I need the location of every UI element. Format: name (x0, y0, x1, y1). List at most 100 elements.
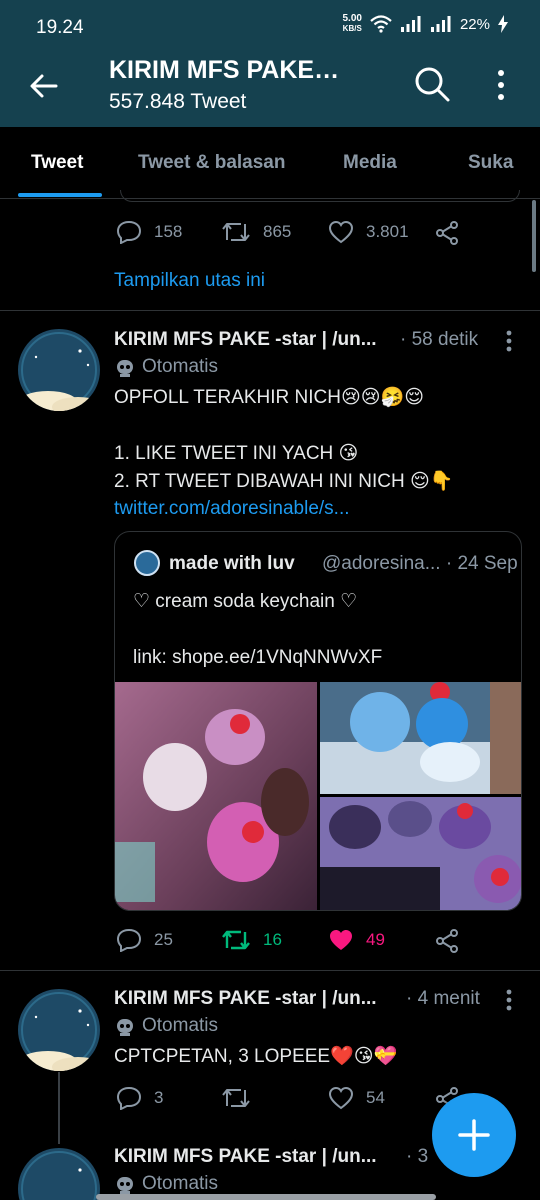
quoted-line (133, 616, 382, 644)
tweet-count: 557.848 Tweet (109, 90, 247, 113)
retweet-button[interactable] (221, 1086, 263, 1110)
like-button[interactable]: 54 (328, 1086, 385, 1110)
tweet-line: 2. RT TWEET DIBAWAH INI NICH 😌👇 (114, 471, 454, 492)
tab-tweet-replies[interactable]: Tweet & balasan (138, 152, 285, 174)
tab-tweet[interactable]: Tweet (31, 152, 83, 174)
like-count: 3.801 (366, 222, 409, 241)
retweet-icon (222, 930, 250, 950)
thread-connector (58, 1072, 60, 1144)
tweet-time[interactable]: · 3 (406, 1146, 428, 1168)
net-speed-value: 5.00 (342, 13, 362, 24)
bot-icon (117, 1177, 133, 1194)
profile-title: KIRIM MFS PAKE… (109, 56, 340, 84)
retweet-count: 865 (263, 222, 292, 241)
profile-tabs: Tweet Tweet & balasan Media Suka (0, 127, 540, 199)
retweet-icon (222, 223, 250, 241)
tweet-author-name[interactable]: KIRIM MFS PAKE -star | /un... (114, 1146, 377, 1168)
quoted-image-1[interactable] (115, 682, 317, 910)
signal-icon (400, 16, 421, 32)
tweet-time[interactable]: · 4 menit (406, 988, 480, 1010)
status-bar: 19.24 5.00 KB/S 22% (0, 0, 540, 50)
reply-button[interactable]: 3 (116, 1086, 163, 1110)
reply-count: 25 (154, 930, 173, 949)
retweet-count: 16 (263, 930, 282, 949)
tweet-line: 1. LIKE TWEET INI YACH 😘 (114, 443, 359, 464)
like-button[interactable]: 3.801 (328, 220, 409, 244)
retweet-button[interactable]: 865 (221, 220, 291, 244)
tweet-author-name[interactable]: KIRIM MFS PAKE -star | /un... (114, 329, 377, 351)
scrollbar[interactable] (532, 200, 536, 272)
status-icons: 5.00 KB/S 22% (343, 14, 508, 34)
charging-icon (498, 15, 508, 33)
retweet-icon (222, 1089, 250, 1107)
quoted-image-3[interactable] (320, 797, 521, 910)
tweet-more-icon[interactable] (506, 330, 512, 352)
retweet-button[interactable]: 16 (221, 928, 282, 952)
reply-button[interactable]: 158 (116, 220, 182, 244)
reply-icon (116, 928, 142, 952)
automated-badge: Otomatis (114, 356, 218, 378)
net-speed: 5.00 KB/S (343, 14, 362, 34)
automated-badge: Otomatis (114, 1015, 218, 1037)
prev-quote-card-edge (120, 190, 520, 202)
share-icon[interactable] (434, 928, 460, 954)
avatar[interactable] (18, 329, 100, 411)
show-thread-link[interactable]: Tampilkan utas ini (114, 270, 265, 292)
tweet-text: OPFOLL TERAKHIR NICH😢😢🤧😌 1. LIKE TWEET I… (114, 384, 453, 496)
automated-badge: Otomatis (114, 1173, 218, 1195)
tweet-divider (0, 310, 540, 311)
tweet-divider (0, 970, 540, 971)
heart-filled-icon (330, 930, 352, 950)
automated-label: Otomatis (142, 356, 219, 377)
reply-count: 158 (154, 222, 183, 241)
quoted-avatar (134, 550, 160, 576)
battery-level: 22% (459, 15, 490, 33)
bot-icon (117, 360, 133, 377)
automated-label: Otomatis (142, 1015, 219, 1036)
reply-icon (116, 1086, 142, 1110)
tab-likes[interactable]: Suka (468, 152, 513, 174)
more-vertical-icon[interactable] (492, 68, 510, 102)
quoted-line: ♡ cream soda keychain ♡ (133, 591, 358, 612)
heart-icon (328, 220, 354, 244)
tweet-line (114, 412, 453, 440)
tweet-more-icon[interactable] (506, 989, 512, 1011)
share-icon[interactable] (434, 220, 460, 246)
app-header: KIRIM MFS PAKE… 557.848 Tweet (0, 50, 540, 127)
compose-tweet-button[interactable] (432, 1093, 516, 1177)
like-count: 54 (366, 1088, 385, 1107)
tweet-text: CPTCPETAN, 3 LOPEEE❤️😘💝 (114, 1046, 398, 1067)
quoted-tweet-card[interactable]: made with luv @adoresina... · 24 Sep ♡ c… (114, 531, 522, 911)
signal-icon-2 (430, 16, 451, 32)
quoted-image-2[interactable] (320, 682, 521, 794)
back-arrow-icon[interactable] (26, 68, 62, 104)
moon-avatar-icon (18, 1148, 100, 1200)
heart-icon (328, 1086, 354, 1110)
tweet-author-name[interactable]: KIRIM MFS PAKE -star | /un... (114, 988, 377, 1010)
moon-avatar-icon (18, 329, 100, 411)
tab-media[interactable]: Media (343, 152, 397, 174)
quoted-text: ♡ cream soda keychain ♡ link: shope.ee/1… (133, 588, 382, 672)
quoted-handle-time: @adoresina... · 24 Sep (322, 553, 518, 574)
active-tab-indicator (18, 193, 102, 197)
quoted-line: link: shope.ee/1VNqNNWvXF (133, 647, 383, 668)
bot-icon (117, 1019, 133, 1036)
top-bar: 19.24 5.00 KB/S 22% KIRIM MFS PAKE… 557.… (0, 0, 540, 127)
reply-button[interactable]: 25 (116, 928, 173, 952)
tweet-time[interactable]: · 58 detik (400, 329, 478, 351)
tweet-link[interactable]: twitter.com/adoresinable/s... (114, 498, 350, 520)
tweet-line: OPFOLL TERAKHIR NICH😢😢🤧😌 (114, 387, 425, 408)
avatar[interactable] (18, 989, 100, 1071)
automated-label: Otomatis (142, 1173, 219, 1194)
moon-avatar-icon (18, 989, 100, 1071)
wifi-icon (370, 15, 392, 33)
gesture-bar[interactable] (96, 1194, 436, 1200)
like-button[interactable]: 49 (328, 928, 385, 952)
reply-icon (116, 220, 142, 244)
like-count: 49 (366, 930, 385, 949)
reply-count: 3 (154, 1088, 164, 1107)
avatar[interactable] (18, 1148, 100, 1200)
search-icon[interactable] (413, 65, 451, 103)
net-speed-unit: KB/S (342, 24, 362, 33)
plus-icon (458, 1119, 490, 1151)
